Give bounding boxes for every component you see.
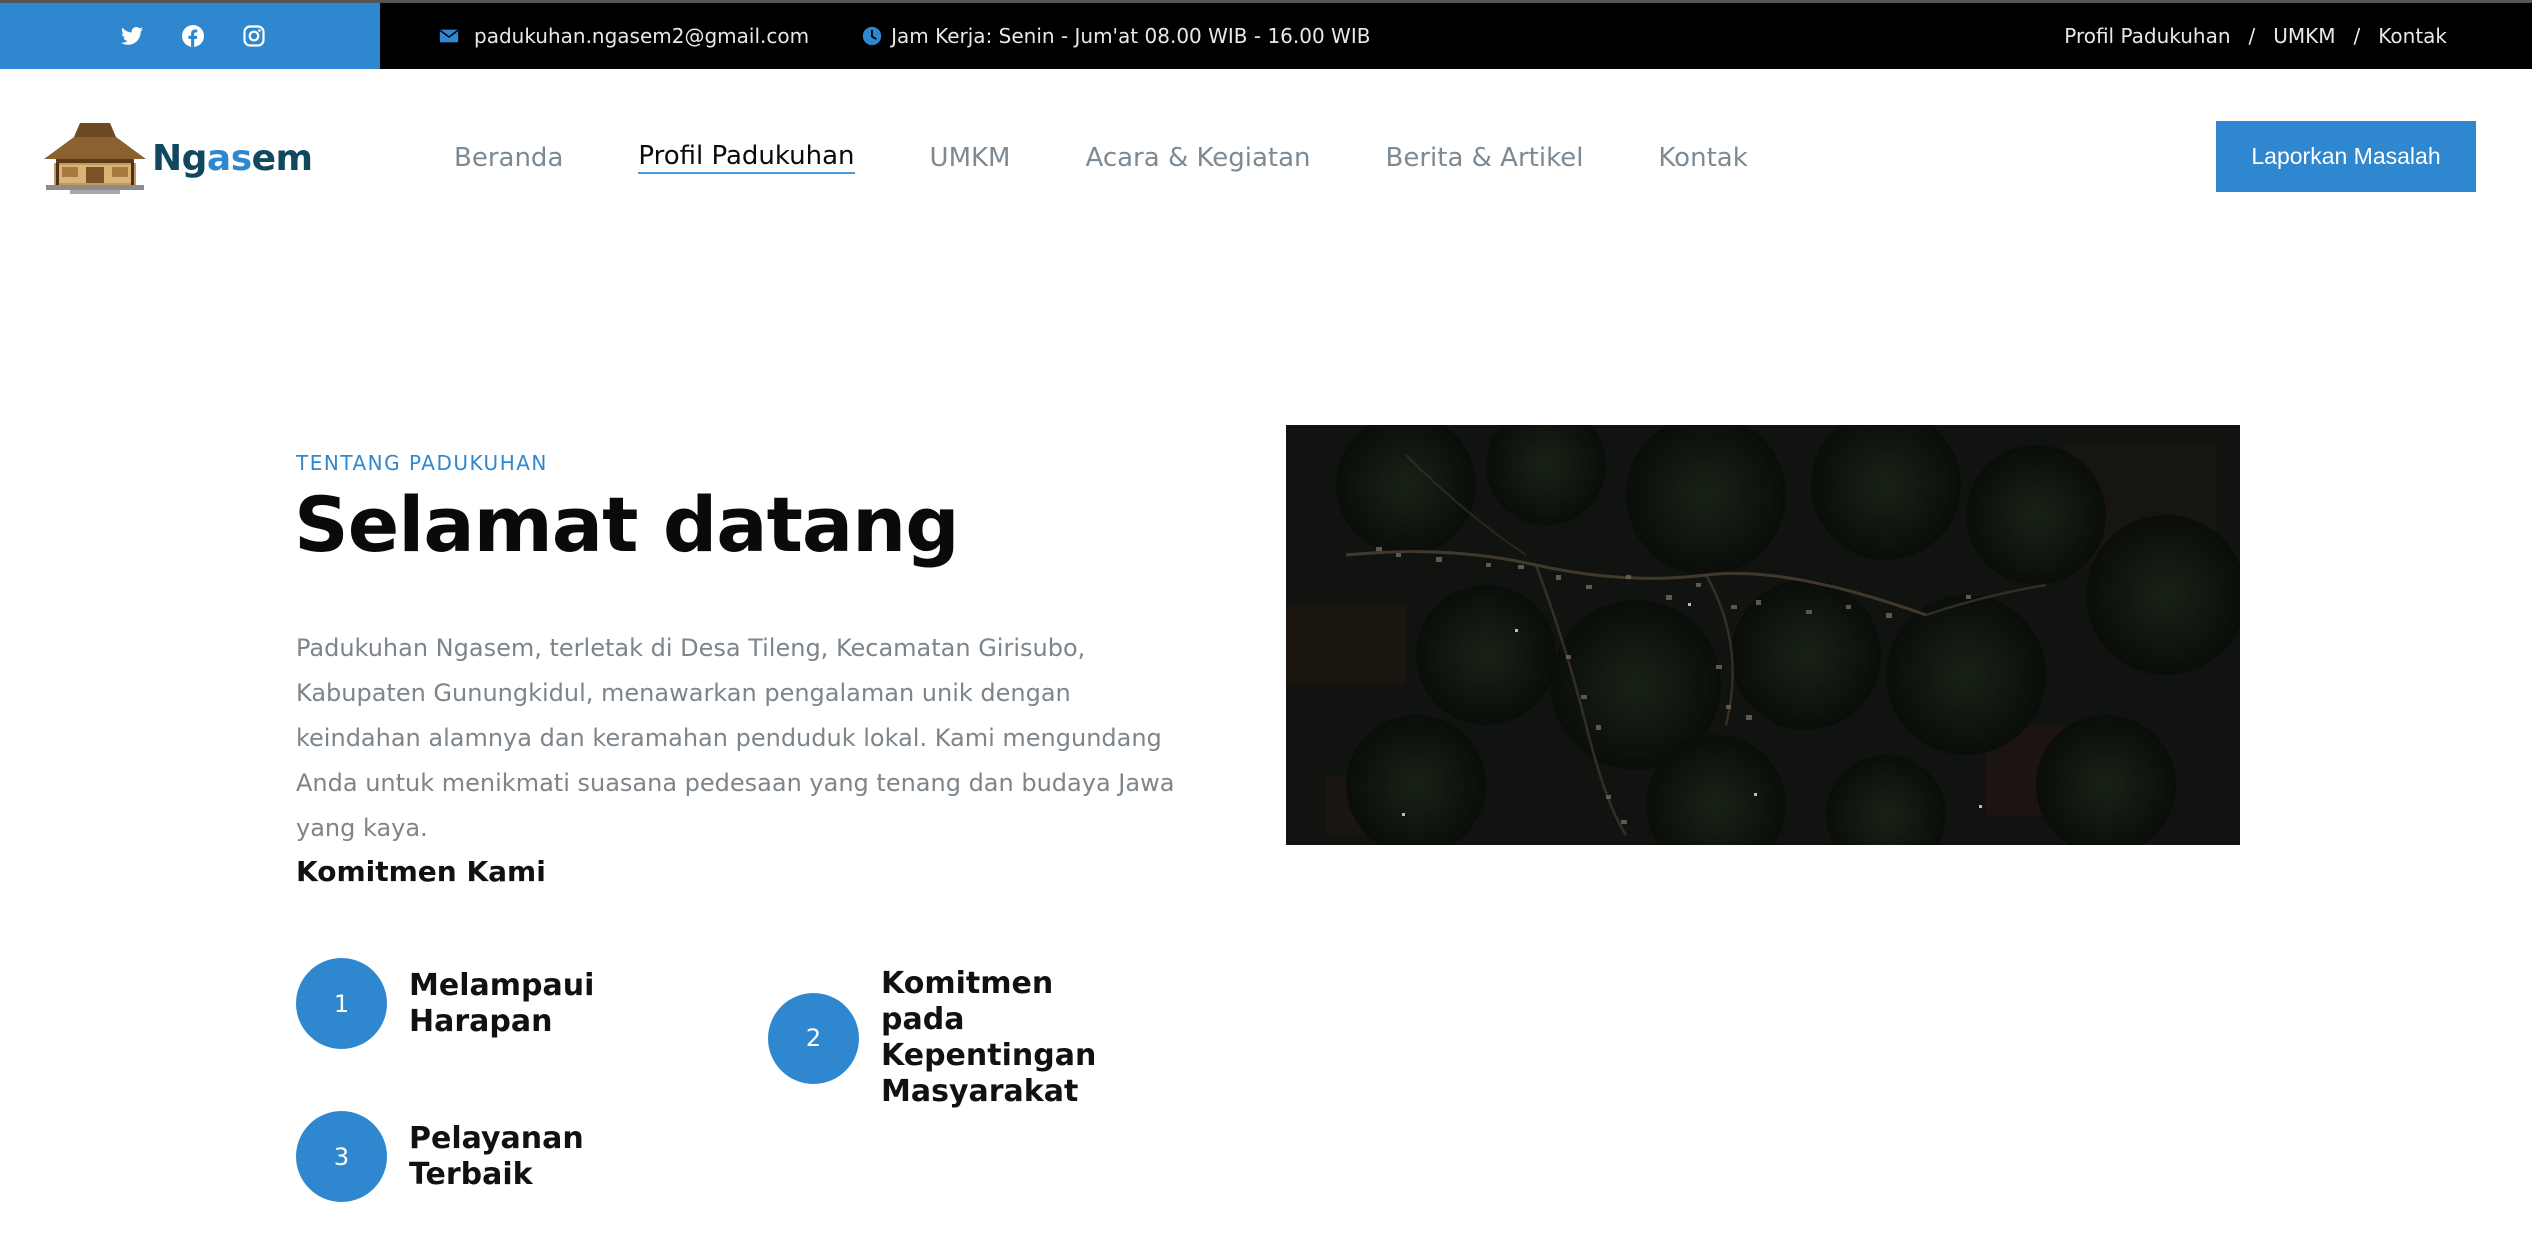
contact-info: padukuhan.ngasem2@gmail.com Jam Kerja: S… xyxy=(438,3,1370,69)
section-eyebrow: TENTANG PADUKUHAN xyxy=(296,451,548,475)
facebook-icon[interactable] xyxy=(181,24,205,48)
main-header: Ngasem Beranda Profil Padukuhan UMKM Aca… xyxy=(0,69,2532,244)
instagram-icon[interactable] xyxy=(242,24,266,48)
page-title: Selamat datang xyxy=(294,480,960,569)
toplink-umkm[interactable]: UMKM xyxy=(2273,24,2335,48)
envelope-icon xyxy=(439,29,459,43)
logo-text: Ngasem xyxy=(152,138,313,179)
nav-acara-kegiatan[interactable]: Acara & Kegiatan xyxy=(1086,143,1311,173)
email-text: padukuhan.ngasem2@gmail.com xyxy=(474,24,810,48)
about-description: Padukuhan Ngasem, terletak di Desa Tilen… xyxy=(296,634,1175,842)
nav-beranda[interactable]: Beranda xyxy=(454,143,563,173)
commitment-label: Melampaui Harapan xyxy=(409,967,595,1039)
logo-text-accent: as xyxy=(206,137,252,179)
commitment-label: Pelayanan Terbaik xyxy=(409,1120,584,1192)
toplink-separator: / xyxy=(2353,24,2361,48)
joglo-house-icon xyxy=(44,123,146,194)
nav-profil-padukuhan[interactable]: Profil Padukuhan xyxy=(638,141,855,174)
top-links: Profil Padukuhan / UMKM / Kontak xyxy=(2064,3,2447,69)
toplink-separator: / xyxy=(2248,24,2256,48)
site-logo[interactable]: Ngasem xyxy=(42,121,313,195)
social-links xyxy=(0,3,380,69)
commitment-number-badge: 1 xyxy=(296,958,387,1049)
aerial-village-image xyxy=(1286,425,2240,845)
commitment-item: 2 Komitmen pada Kepentingan Masyarakat xyxy=(768,966,1121,1110)
twitter-icon[interactable] xyxy=(120,24,144,48)
clock-icon xyxy=(862,26,882,46)
commitment-number-badge: 3 xyxy=(296,1111,387,1202)
commitment-item: 1 Melampaui Harapan xyxy=(296,958,649,1049)
nav-umkm[interactable]: UMKM xyxy=(930,143,1011,173)
commitment-heading: Komitmen Kami xyxy=(296,855,546,888)
report-problem-button[interactable]: Laporkan Masalah xyxy=(2216,121,2476,192)
top-bar: padukuhan.ngasem2@gmail.com Jam Kerja: S… xyxy=(0,0,2532,69)
nav-kontak[interactable]: Kontak xyxy=(1658,143,1747,173)
commitment-number-badge: 2 xyxy=(768,992,859,1084)
toplink-profil[interactable]: Profil Padukuhan xyxy=(2064,24,2230,48)
email-contact[interactable]: padukuhan.ngasem2@gmail.com xyxy=(438,24,809,48)
commitment-item: 3 Pelayanan Terbaik xyxy=(296,1111,709,1202)
commitment-label: Komitmen pada Kepentingan Masyarakat xyxy=(881,966,1097,1109)
working-hours-text: Jam Kerja: Senin - Jum'at 08.00 WIB - 16… xyxy=(891,24,1371,48)
nav-berita-artikel[interactable]: Berita & Artikel xyxy=(1386,143,1584,173)
logo-text-part: em xyxy=(251,137,313,179)
working-hours: Jam Kerja: Senin - Jum'at 08.00 WIB - 16… xyxy=(861,24,1370,48)
toplink-kontak[interactable]: Kontak xyxy=(2378,24,2447,48)
logo-text-part: Ng xyxy=(152,137,207,179)
main-nav: Beranda Profil Padukuhan UMKM Acara & Ke… xyxy=(454,141,1748,174)
